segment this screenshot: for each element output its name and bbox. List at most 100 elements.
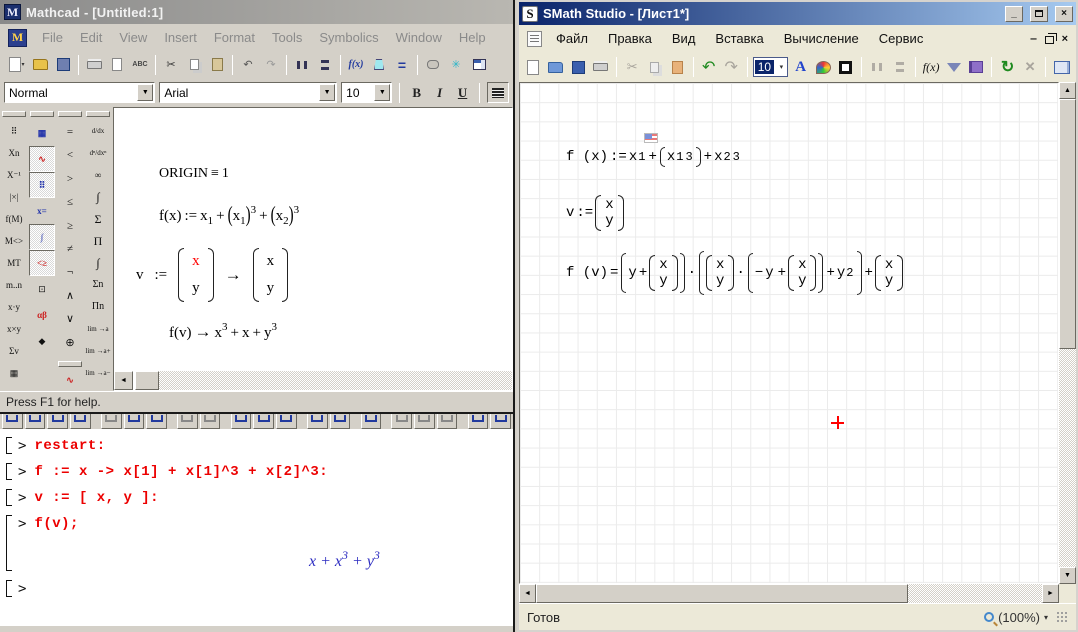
and-icon[interactable]: ∧ <box>57 284 83 307</box>
function-button[interactable]: f(x) <box>921 56 942 79</box>
mathcad-titlebar[interactable]: M Mathcad - [Untitled:1] <box>0 0 513 24</box>
inverse-icon[interactable]: X⁻¹ <box>1 164 27 186</box>
symbolic-result-region[interactable]: f(v)→x3+x+y3 <box>169 321 277 342</box>
font-color-button[interactable]: A <box>790 56 811 79</box>
smath-titlebar[interactable]: S SMath Studio - [Лист1*] _ × <box>519 2 1076 25</box>
interrupt-button[interactable]: ✕ <box>1020 56 1041 79</box>
maple-toolbar-button[interactable] <box>490 414 511 429</box>
maple-worksheet[interactable]: >restart: >f := x -> x[1] + x[1]^3 + x[2… <box>0 429 513 632</box>
palette-grip[interactable] <box>86 111 110 117</box>
zoom-dropdown-icon[interactable]: ▾ <box>1044 613 1048 622</box>
calculus-icon[interactable]: ∫ <box>29 224 55 250</box>
maple-toolbar-button[interactable] <box>391 414 412 429</box>
palette-grip[interactable] <box>2 111 26 117</box>
vector-sum-icon[interactable]: Σv <box>1 340 27 362</box>
maple-toolbar-button[interactable] <box>330 414 351 429</box>
determinant-icon[interactable]: |×| <box>1 186 27 208</box>
range-sum-icon[interactable]: Σn <box>85 274 111 296</box>
new-button[interactable] <box>523 56 544 79</box>
definite-integral-icon[interactable]: ∫ <box>85 186 111 208</box>
maple-toolbar-button[interactable] <box>307 414 328 429</box>
not-icon[interactable]: ¬ <box>57 261 83 284</box>
evaluation-icon[interactable]: x= <box>29 198 55 224</box>
calculate-button[interactable]: = <box>391 54 413 75</box>
matrix-palette-icon[interactable]: ⠿ <box>29 172 55 198</box>
range-product-icon[interactable]: Πn <box>85 296 111 318</box>
maple-toolbar-button[interactable] <box>2 414 23 429</box>
scroll-left-icon[interactable]: ◄ <box>114 371 133 390</box>
maple-toolbar-button[interactable] <box>124 414 145 429</box>
limit-right-icon[interactable]: lim →a+ <box>85 340 111 362</box>
calculator-icon[interactable]: ▦ <box>29 120 55 146</box>
font-size-combo[interactable]: 10 ▾ <box>753 57 789 77</box>
maple-input-group[interactable]: >f(v); x + x3 + y3 <box>6 513 513 573</box>
scrollbar-track[interactable] <box>159 371 512 390</box>
minimize-button[interactable]: _ <box>1005 6 1023 22</box>
zoom-value[interactable]: (100%) <box>998 610 1040 625</box>
palette-grip[interactable] <box>58 111 82 117</box>
align-across-button[interactable] <box>291 54 313 75</box>
scroll-down-icon[interactable]: ▼ <box>1059 567 1076 584</box>
or-icon[interactable]: ∨ <box>57 308 83 331</box>
cut-button[interactable]: ✂ <box>622 56 643 79</box>
less-equal-icon[interactable]: ≤ <box>57 190 83 213</box>
menu-insert[interactable]: Insert <box>164 30 197 45</box>
component-button[interactable] <box>422 54 444 75</box>
print-preview-button[interactable] <box>106 54 128 75</box>
scrollbar-thumb[interactable] <box>536 584 908 603</box>
graph-icon[interactable]: ∿ <box>29 146 55 172</box>
copy-button[interactable] <box>183 54 205 75</box>
scroll-up-icon[interactable]: ▲ <box>1059 82 1076 99</box>
open-button[interactable] <box>546 56 567 79</box>
mdi-minimize-button[interactable]: ‒ <box>1030 33 1036 45</box>
menu-view[interactable]: View <box>119 30 147 45</box>
mathcad-worksheet[interactable]: ORIGIN≡1 f(x):=x1+(x1)3+(x2)3 v:= xy → x… <box>113 107 513 391</box>
maple-toolbar-button[interactable] <box>437 414 458 429</box>
greater-than-icon[interactable]: > <box>57 167 83 190</box>
maple-toolbar-button[interactable] <box>200 414 221 429</box>
side-panel-button[interactable] <box>1051 56 1072 79</box>
print-button[interactable] <box>591 56 612 79</box>
scrollbar-track[interactable] <box>908 584 1042 603</box>
mdi-restore-button[interactable] <box>1045 36 1054 44</box>
save-button[interactable] <box>52 54 74 75</box>
close-button[interactable]: × <box>1055 6 1073 22</box>
menu-format[interactable]: Format <box>214 30 255 45</box>
vector-definition-region[interactable]: v:= xy → xy <box>136 248 288 302</box>
bool-equal-icon[interactable]: = <box>57 120 83 143</box>
maple-toolbar-button[interactable] <box>25 414 46 429</box>
indefinite-integral-icon[interactable]: ∫ <box>85 252 111 274</box>
menu-window[interactable]: Window <box>396 30 442 45</box>
dot-product-icon[interactable]: x·y <box>1 296 27 318</box>
filter-button[interactable] <box>943 56 964 79</box>
not-equal-icon[interactable]: ≠ <box>57 237 83 260</box>
maple-toolbar-button[interactable] <box>253 414 274 429</box>
menu-file[interactable]: File <box>42 30 63 45</box>
mathcad-horizontal-scrollbar[interactable]: ◄ <box>114 371 512 390</box>
menu-symbolics[interactable]: Symbolics <box>319 30 378 45</box>
maple-toolbar-button[interactable] <box>231 414 252 429</box>
mathcad-document-icon[interactable]: M <box>8 29 27 47</box>
origin-region[interactable]: ORIGIN≡1 <box>159 166 229 182</box>
redo-button[interactable]: ↷ <box>260 54 282 75</box>
insertion-cursor[interactable] <box>831 416 844 429</box>
paste-button[interactable] <box>206 54 228 75</box>
summation-icon[interactable]: Σ <box>85 208 111 230</box>
new-button[interactable]: ▾ <box>6 54 28 75</box>
less-than-icon[interactable]: < <box>57 143 83 166</box>
programming-icon[interactable]: ⊡ <box>29 276 55 302</box>
resize-grip[interactable] <box>1056 611 1068 623</box>
insert-table-button[interactable] <box>468 54 490 75</box>
underline-button[interactable]: U <box>453 85 472 101</box>
symbolic-icon[interactable]: ◆ <box>29 328 55 354</box>
align-left-button[interactable] <box>487 82 509 103</box>
boolean-icon[interactable]: <≥ <box>29 250 55 276</box>
print-button[interactable] <box>83 54 105 75</box>
maple-toolbar-button[interactable] <box>177 414 198 429</box>
greek-icon[interactable]: αβ <box>29 302 55 328</box>
undo-button[interactable]: ↶ <box>237 54 259 75</box>
scroll-left-icon[interactable]: ◄ <box>519 584 536 603</box>
copy-button[interactable] <box>645 56 666 79</box>
maple-toolbar-button[interactable] <box>47 414 68 429</box>
reference-book-button[interactable] <box>966 56 987 79</box>
